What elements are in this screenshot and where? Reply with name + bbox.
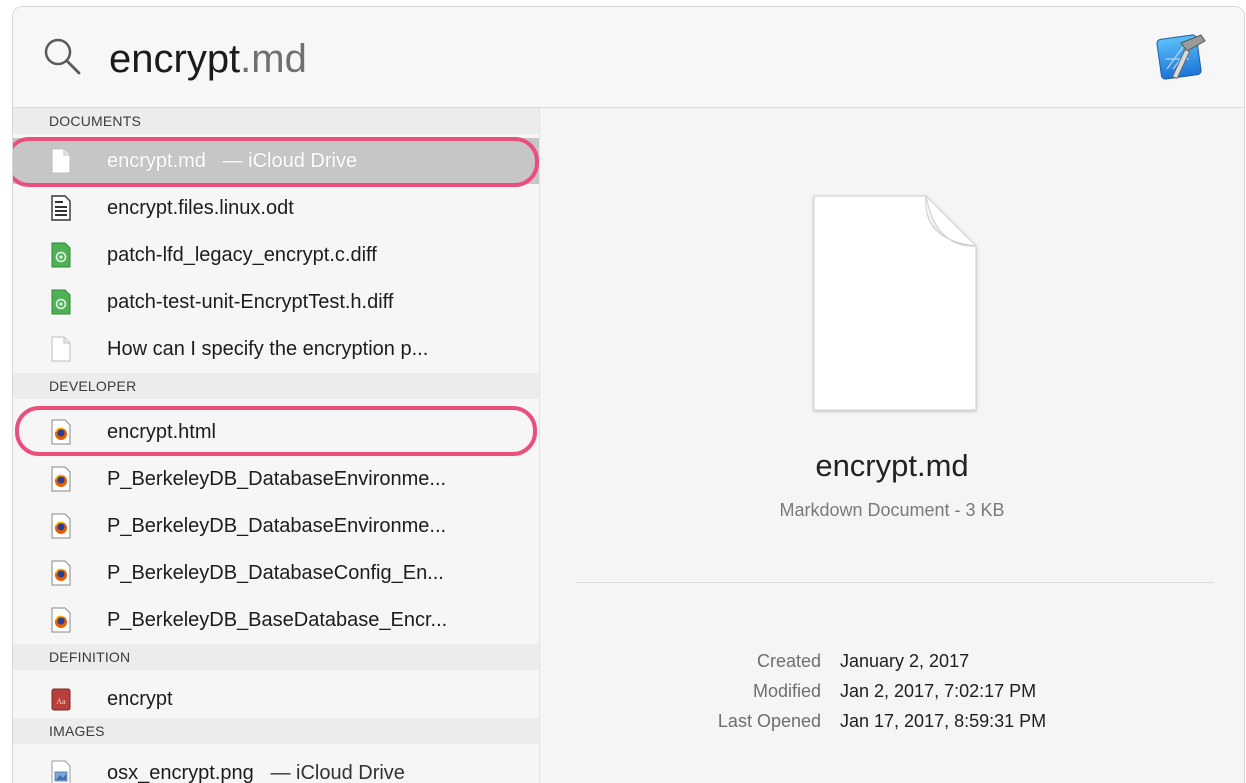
result-row[interactable]: P_BerkeleyDB_BaseDatabase_Encr... [13,597,539,643]
section-header-images: IMAGES [13,718,539,744]
result-row[interactable]: patch-lfd_legacy_encrypt.c.diff [13,232,539,278]
result-label: P_BerkeleyDB_DatabaseConfig_En... [107,562,444,584]
result-label: encrypt.html [107,421,216,443]
text-document-icon [51,195,71,221]
blank-document-icon [51,148,71,174]
preview-pane: encrypt.md Markdown Document - 3 KB Crea… [540,108,1244,783]
meta-value: Jan 17, 2017, 8:59:31 PM [840,711,1047,731]
result-label: P_BerkeleyDB_DatabaseEnvironme... [107,468,447,490]
result-row[interactable]: Aa encrypt [13,676,539,722]
search-autocomplete: .md [240,37,307,81]
svg-text:Aa: Aa [56,697,66,706]
result-row[interactable]: encrypt.files.linux.odt [13,185,539,231]
preview-file-name: encrypt.md [815,448,969,483]
xcode-app-icon [1156,34,1206,80]
result-label: encrypt.md — iCloud Drive [107,150,358,172]
result-row[interactable]: How can I specify the encryption p... [13,326,539,372]
result-row[interactable]: P_BerkeleyDB_DatabaseEnvironme... [13,503,539,549]
firefox-document-icon [51,607,71,633]
result-label: encrypt [107,688,173,710]
firefox-document-icon [51,513,71,539]
section-header-definition: DEFINITION [13,644,539,670]
firefox-document-icon [51,466,71,492]
meta-value: January 2, 2017 [840,651,970,671]
meta-modified: Modified Jan 2, 2017, 7:02:17 PM [540,679,1244,703]
result-label: patch-test-unit-EncryptTest.h.diff [107,291,394,313]
meta-key: Created [756,651,821,671]
section-header-developer: DEVELOPER [13,373,539,399]
png-image-icon [51,760,71,783]
result-row[interactable]: patch-test-unit-EncryptTest.h.diff [13,279,539,325]
result-label: How can I specify the encryption p... [107,338,429,360]
result-label: P_BerkeleyDB_DatabaseEnvironme... [107,515,447,537]
spotlight-window: encrypt.md DOCUMENTS encrypt.md — iCloud [12,6,1245,783]
blank-document-icon [813,195,977,411]
meta-last-opened: Last Opened Jan 17, 2017, 8:59:31 PM [540,709,1244,733]
result-row[interactable]: encrypt.html [13,409,539,455]
search-icon [44,38,81,75]
result-row[interactable]: P_BerkeleyDB_DatabaseConfig_En... [13,550,539,596]
results-list: DOCUMENTS encrypt.md — iCloud Drive encr… [13,108,540,783]
result-label: encrypt.files.linux.odt [107,197,294,219]
meta-created: Created January 2, 2017 [540,649,1244,673]
firefox-document-icon [51,419,71,445]
section-header-documents: DOCUMENTS [13,108,539,134]
result-label: patch-lfd_legacy_encrypt.c.diff [107,244,377,266]
meta-key: Modified [752,681,821,701]
preview-file-kind: Markdown Document - 3 KB [779,500,1005,520]
firefox-document-icon [51,560,71,586]
divider [576,582,1214,583]
blank-document-icon [51,336,71,362]
result-row[interactable]: P_BerkeleyDB_DatabaseEnvironme... [13,456,539,502]
result-row[interactable]: encrypt.md — iCloud Drive [13,138,539,184]
diff-file-icon [51,289,71,315]
meta-key: Last Opened [717,711,821,731]
result-row[interactable]: osx_encrypt.png — iCloud Drive [13,750,539,783]
search-query-text: encrypt [109,37,241,81]
result-label: osx_encrypt.png — iCloud Drive [107,762,405,783]
dictionary-icon: Aa [51,688,71,711]
result-label: P_BerkeleyDB_BaseDatabase_Encr... [107,609,448,631]
search-input[interactable]: encrypt.md [109,35,307,83]
meta-value: Jan 2, 2017, 7:02:17 PM [840,681,1037,701]
diff-file-icon [51,242,71,268]
search-bar[interactable]: encrypt.md [13,7,1244,108]
